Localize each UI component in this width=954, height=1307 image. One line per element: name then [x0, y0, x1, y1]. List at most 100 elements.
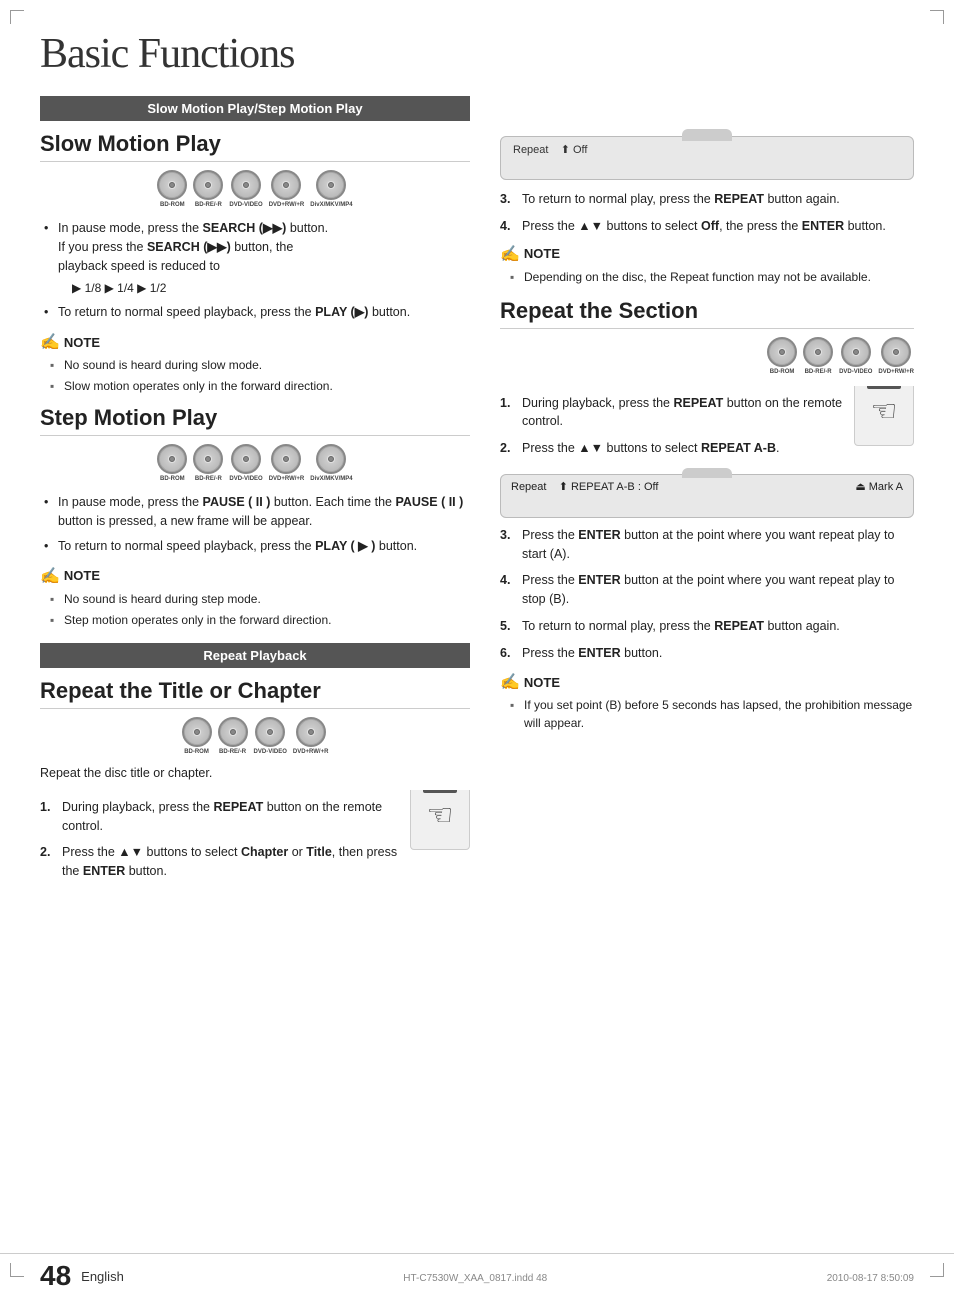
- screen-spacer: [513, 156, 901, 172]
- slow-motion-bullet-2: To return to normal speed playback, pres…: [44, 303, 470, 322]
- repeat-title-step-1: 1. During playback, press the REPEAT but…: [40, 798, 402, 836]
- right-step-3: 3. To return to normal play, press the R…: [500, 190, 914, 209]
- page-title: Basic Functions: [40, 30, 914, 78]
- footer-language: English: [81, 1269, 124, 1284]
- slow-motion-disc-icons: BD-ROM BD-RE/-R DVD-VIDEO DVD+RW/+R: [40, 170, 470, 209]
- disc-icon-bd-rom-3: BD-ROM: [182, 717, 212, 756]
- note-icon-right: ✍: [500, 244, 520, 264]
- page: Basic Functions Slow Motion Play/Step Mo…: [0, 0, 954, 1307]
- step-motion-disc-icons: BD-ROM BD-RE/-R DVD-VIDEO DVD+RW/+R: [40, 444, 470, 483]
- repeat-section-step-5: 5. To return to normal play, press the R…: [500, 617, 914, 636]
- disc-icon-dvd-rw: DVD+RW/+R: [269, 170, 305, 209]
- repeat-title-steps-container: REPEAT ☜ 1. During playback, press the R…: [40, 790, 470, 889]
- repeat-section-disc-icons: BD-ROM BD-RE/-R DVD-VIDEO DVD+RW/+R: [500, 337, 914, 376]
- repeat-title-heading: Repeat the Title or Chapter: [40, 678, 470, 709]
- repeat-section-step-3: 3. Press the ENTER button at the point w…: [500, 526, 914, 564]
- footer-file: HT-C7530W_XAA_0817.indd 48: [403, 1269, 547, 1284]
- screen-text-repeat: Repeat ⬆ Off: [513, 143, 901, 156]
- note-title-repeat-section: ✍ NOTE: [500, 672, 914, 692]
- repeat-section-step-2: 2. Press the ▲▼ buttons to select REPEAT…: [500, 439, 846, 458]
- corner-mark-tl: [10, 10, 24, 24]
- repeat-section-note-item: If you set point (B) before 5 seconds ha…: [510, 696, 914, 732]
- repeat-section-step-1: 1. During playback, press the REPEAT but…: [500, 394, 846, 432]
- disc-icon-dvd-video-3: DVD-VIDEO: [254, 717, 287, 756]
- step-note-items: No sound is heard during step mode. Step…: [40, 590, 470, 629]
- step-note-item-1: No sound is heard during step mode.: [50, 590, 470, 608]
- slow-motion-bullet-1: In pause mode, press the SEARCH (▶▶) but…: [44, 219, 470, 297]
- disc-circle: [157, 170, 187, 200]
- page-footer: 48 English HT-C7530W_XAA_0817.indd 48 20…: [0, 1253, 954, 1292]
- step-motion-title: Step Motion Play: [40, 405, 470, 436]
- step-motion-bullets: In pause mode, press the PAUSE ( II ) bu…: [40, 493, 470, 555]
- disc-icon-bd-rom-4: BD-ROM: [767, 337, 797, 376]
- step-motion-bullet-2: To return to normal speed playback, pres…: [44, 537, 470, 556]
- repeat-section-step-6: 6. Press the ENTER button.: [500, 644, 914, 663]
- disc-circle: [193, 170, 223, 200]
- screen-bump-2: [682, 468, 732, 478]
- right-note-items: Depending on the disc, the Repeat functi…: [500, 268, 914, 286]
- disc-icon-bd-rom: BD-ROM: [157, 170, 187, 209]
- repeat-section-step-4: 4. Press the ENTER button at the point w…: [500, 571, 914, 609]
- note-items: No sound is heard during slow mode. Slow…: [40, 356, 470, 395]
- slow-motion-bullets: In pause mode, press the SEARCH (▶▶) but…: [40, 219, 470, 322]
- corner-mark-tr: [930, 10, 944, 24]
- note-icon-2: ✍: [40, 566, 60, 586]
- repeat-title-desc: Repeat the disc title or chapter.: [40, 766, 470, 780]
- repeat-title-step-2: 2. Press the ▲▼ buttons to select Chapte…: [40, 843, 402, 881]
- disc-circle: [271, 170, 301, 200]
- disc-icon-divx-2: DivX/MKV/MP4: [310, 444, 352, 483]
- section-header-repeat: Repeat Playback: [40, 643, 470, 668]
- step-note-item-2: Step motion operates only in the forward…: [50, 611, 470, 629]
- disc-icon-bd-re-2: BD-RE/-R: [193, 444, 223, 483]
- disc-icon-dvd-video: DVD-VIDEO: [229, 170, 262, 209]
- step-motion-bullet-1: In pause mode, press the PAUSE ( II ) bu…: [44, 493, 470, 531]
- repeat-section-steps2: 3. Press the ENTER button at the point w…: [500, 526, 914, 663]
- note-title-2: ✍ NOTE: [40, 566, 470, 586]
- step-motion-section: Step Motion Play BD-ROM BD-RE/-R DVD-VID…: [40, 405, 470, 628]
- disc-icon-bd-re: BD-RE/-R: [193, 170, 223, 209]
- step-motion-note: ✍ NOTE No sound is heard during step mod…: [40, 566, 470, 629]
- disc-icon-bd-re-3: BD-RE/-R: [218, 717, 248, 756]
- repeat-section-title: Repeat the Section: [500, 298, 914, 329]
- right-step-4: 4. Press the ▲▼ buttons to select Off, t…: [500, 217, 914, 236]
- disc-icon-bd-re-4: BD-RE/-R: [803, 337, 833, 376]
- disc-circle: [316, 170, 346, 200]
- screen-repeat-off: Repeat ⬆ Off: [500, 136, 914, 180]
- two-column-layout: Slow Motion Play/Step Motion Play Slow M…: [40, 96, 914, 889]
- repeat-section-button-image: REPEAT ☜: [854, 386, 914, 446]
- repeat-section-steps1: 1. During playback, press the REPEAT but…: [500, 394, 914, 458]
- section-header-slow-step: Slow Motion Play/Step Motion Play: [40, 96, 470, 121]
- disc-icon-dvd-rw-2: DVD+RW/+R: [269, 444, 305, 483]
- right-note-top: ✍ NOTE Depending on the disc, the Repeat…: [500, 244, 914, 286]
- repeat-title-steps: 1. During playback, press the REPEAT but…: [40, 798, 470, 881]
- right-col-steps-top: 3. To return to normal play, press the R…: [500, 190, 914, 236]
- arrow-sequence: ▶ 1/8 ▶ 1/4 ▶ 1/2: [72, 279, 470, 297]
- footer-filename: HT-C7530W_XAA_0817.indd 48: [403, 1273, 547, 1284]
- disc-icon-dvd-video-2: DVD-VIDEO: [229, 444, 262, 483]
- disc-circle: [231, 170, 261, 200]
- repeat-section-note: ✍ NOTE If you set point (B) before 5 sec…: [500, 672, 914, 732]
- screen-bump: [682, 129, 732, 141]
- screen-repeat-ab: Repeat ⬆ REPEAT A-B : Off ⏏ Mark A: [500, 474, 914, 518]
- disc-icon-bd-rom-2: BD-ROM: [157, 444, 187, 483]
- note-item: No sound is heard during slow mode.: [50, 356, 470, 374]
- slow-motion-note: ✍ NOTE No sound is heard during slow mod…: [40, 332, 470, 395]
- repeat-title-section: Repeat the Title or Chapter BD-ROM BD-RE…: [40, 678, 470, 889]
- repeat-button-image: REPEAT ☜: [410, 790, 470, 850]
- disc-icon-divx: DivX/MKV/MP4: [310, 170, 352, 209]
- slow-motion-section: Slow Motion Play BD-ROM BD-RE/-R DVD-VID…: [40, 131, 470, 395]
- disc-icon-dvd-rw-3: DVD+RW/+R: [293, 717, 329, 756]
- note-title: ✍ NOTE: [40, 332, 470, 352]
- footer-right: 2010-08-17 8:50:09: [827, 1269, 914, 1284]
- slow-motion-title: Slow Motion Play: [40, 131, 470, 162]
- repeat-title-disc-icons: BD-ROM BD-RE/-R DVD-VIDEO DVD+RW/+R: [40, 717, 470, 756]
- left-column: Slow Motion Play/Step Motion Play Slow M…: [40, 96, 470, 889]
- page-number: 48: [40, 1260, 71, 1292]
- repeat-section-note-items: If you set point (B) before 5 seconds ha…: [500, 696, 914, 732]
- repeat-section: Repeat the Section BD-ROM BD-RE/-R DVD-V…: [500, 298, 914, 733]
- repeat-section-steps1-container: REPEAT ☜ 1. During playback, press the R…: [500, 386, 914, 466]
- screen-ab-spacer: [511, 493, 903, 509]
- disc-icon-dvd-video-4: DVD-VIDEO: [839, 337, 872, 376]
- footer-left: 48 English: [40, 1260, 124, 1292]
- note-icon-repeat-section: ✍: [500, 672, 520, 692]
